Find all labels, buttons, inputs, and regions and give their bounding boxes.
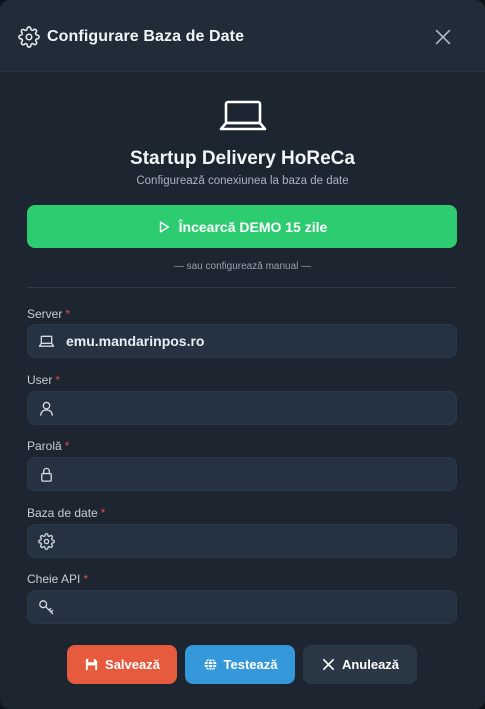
laptop-icon bbox=[38, 335, 55, 347]
database-label: Baza de date * bbox=[27, 506, 105, 520]
lock-icon bbox=[41, 467, 52, 482]
database-field[interactable] bbox=[27, 524, 457, 558]
server-label: Server * bbox=[27, 307, 70, 321]
user-input[interactable] bbox=[66, 392, 446, 424]
dialog-title: Configurare Baza de Date bbox=[47, 28, 245, 45]
password-input[interactable] bbox=[66, 458, 446, 490]
user-label-text: User bbox=[27, 373, 53, 387]
try-demo-button[interactable]: Încearcă DEMO 15 zile bbox=[27, 205, 457, 248]
cancel-button[interactable]: Anulează bbox=[303, 645, 417, 684]
app-name: Startup Delivery HoReCa bbox=[130, 148, 355, 169]
divider bbox=[27, 287, 457, 288]
user-icon bbox=[39, 401, 54, 416]
user-field[interactable] bbox=[27, 391, 457, 425]
save-label: Salvează bbox=[105, 657, 160, 672]
database-config-dialog: Configurare Baza de Date Startup Deliver… bbox=[0, 0, 485, 709]
api-key-label: Cheie API * bbox=[27, 572, 88, 586]
close-icon bbox=[322, 658, 334, 671]
database-input[interactable] bbox=[66, 525, 446, 557]
gear-icon bbox=[38, 533, 55, 550]
floppy-disk-icon bbox=[85, 658, 98, 671]
close-icon[interactable] bbox=[432, 26, 454, 48]
laptop-icon bbox=[219, 100, 267, 131]
api-key-label-text: Cheie API bbox=[27, 572, 81, 586]
cancel-label: Anulează bbox=[341, 657, 400, 672]
required-marker: * bbox=[100, 506, 106, 520]
test-button[interactable]: Testează bbox=[185, 645, 295, 684]
required-marker: * bbox=[55, 373, 61, 387]
user-label: User * bbox=[27, 373, 60, 387]
api-key-field[interactable] bbox=[27, 590, 457, 624]
required-marker: * bbox=[83, 572, 89, 586]
key-icon bbox=[39, 600, 54, 615]
save-button[interactable]: Salvează bbox=[67, 645, 177, 684]
password-field[interactable] bbox=[27, 457, 457, 491]
required-marker: * bbox=[64, 439, 70, 453]
app-subtitle: Configurează conexiunea la baza de date bbox=[136, 175, 349, 187]
password-label-text: Parolă bbox=[27, 439, 62, 453]
play-icon bbox=[159, 220, 169, 233]
dialog-header: Configurare Baza de Date bbox=[0, 0, 485, 72]
try-demo-label: Încearcă DEMO 15 zile bbox=[178, 218, 328, 235]
server-field[interactable] bbox=[27, 324, 457, 358]
database-label-text: Baza de date bbox=[27, 506, 98, 520]
password-label: Parolă * bbox=[27, 439, 69, 453]
manual-config-separator: — sau configurează manual — bbox=[173, 261, 312, 272]
server-input[interactable] bbox=[66, 325, 446, 357]
server-label-text: Server bbox=[27, 307, 63, 321]
test-label: Testează bbox=[223, 657, 278, 672]
api-key-input[interactable] bbox=[66, 591, 446, 623]
globe-icon bbox=[204, 658, 216, 671]
gear-icon bbox=[18, 26, 40, 48]
required-marker: * bbox=[65, 307, 71, 321]
